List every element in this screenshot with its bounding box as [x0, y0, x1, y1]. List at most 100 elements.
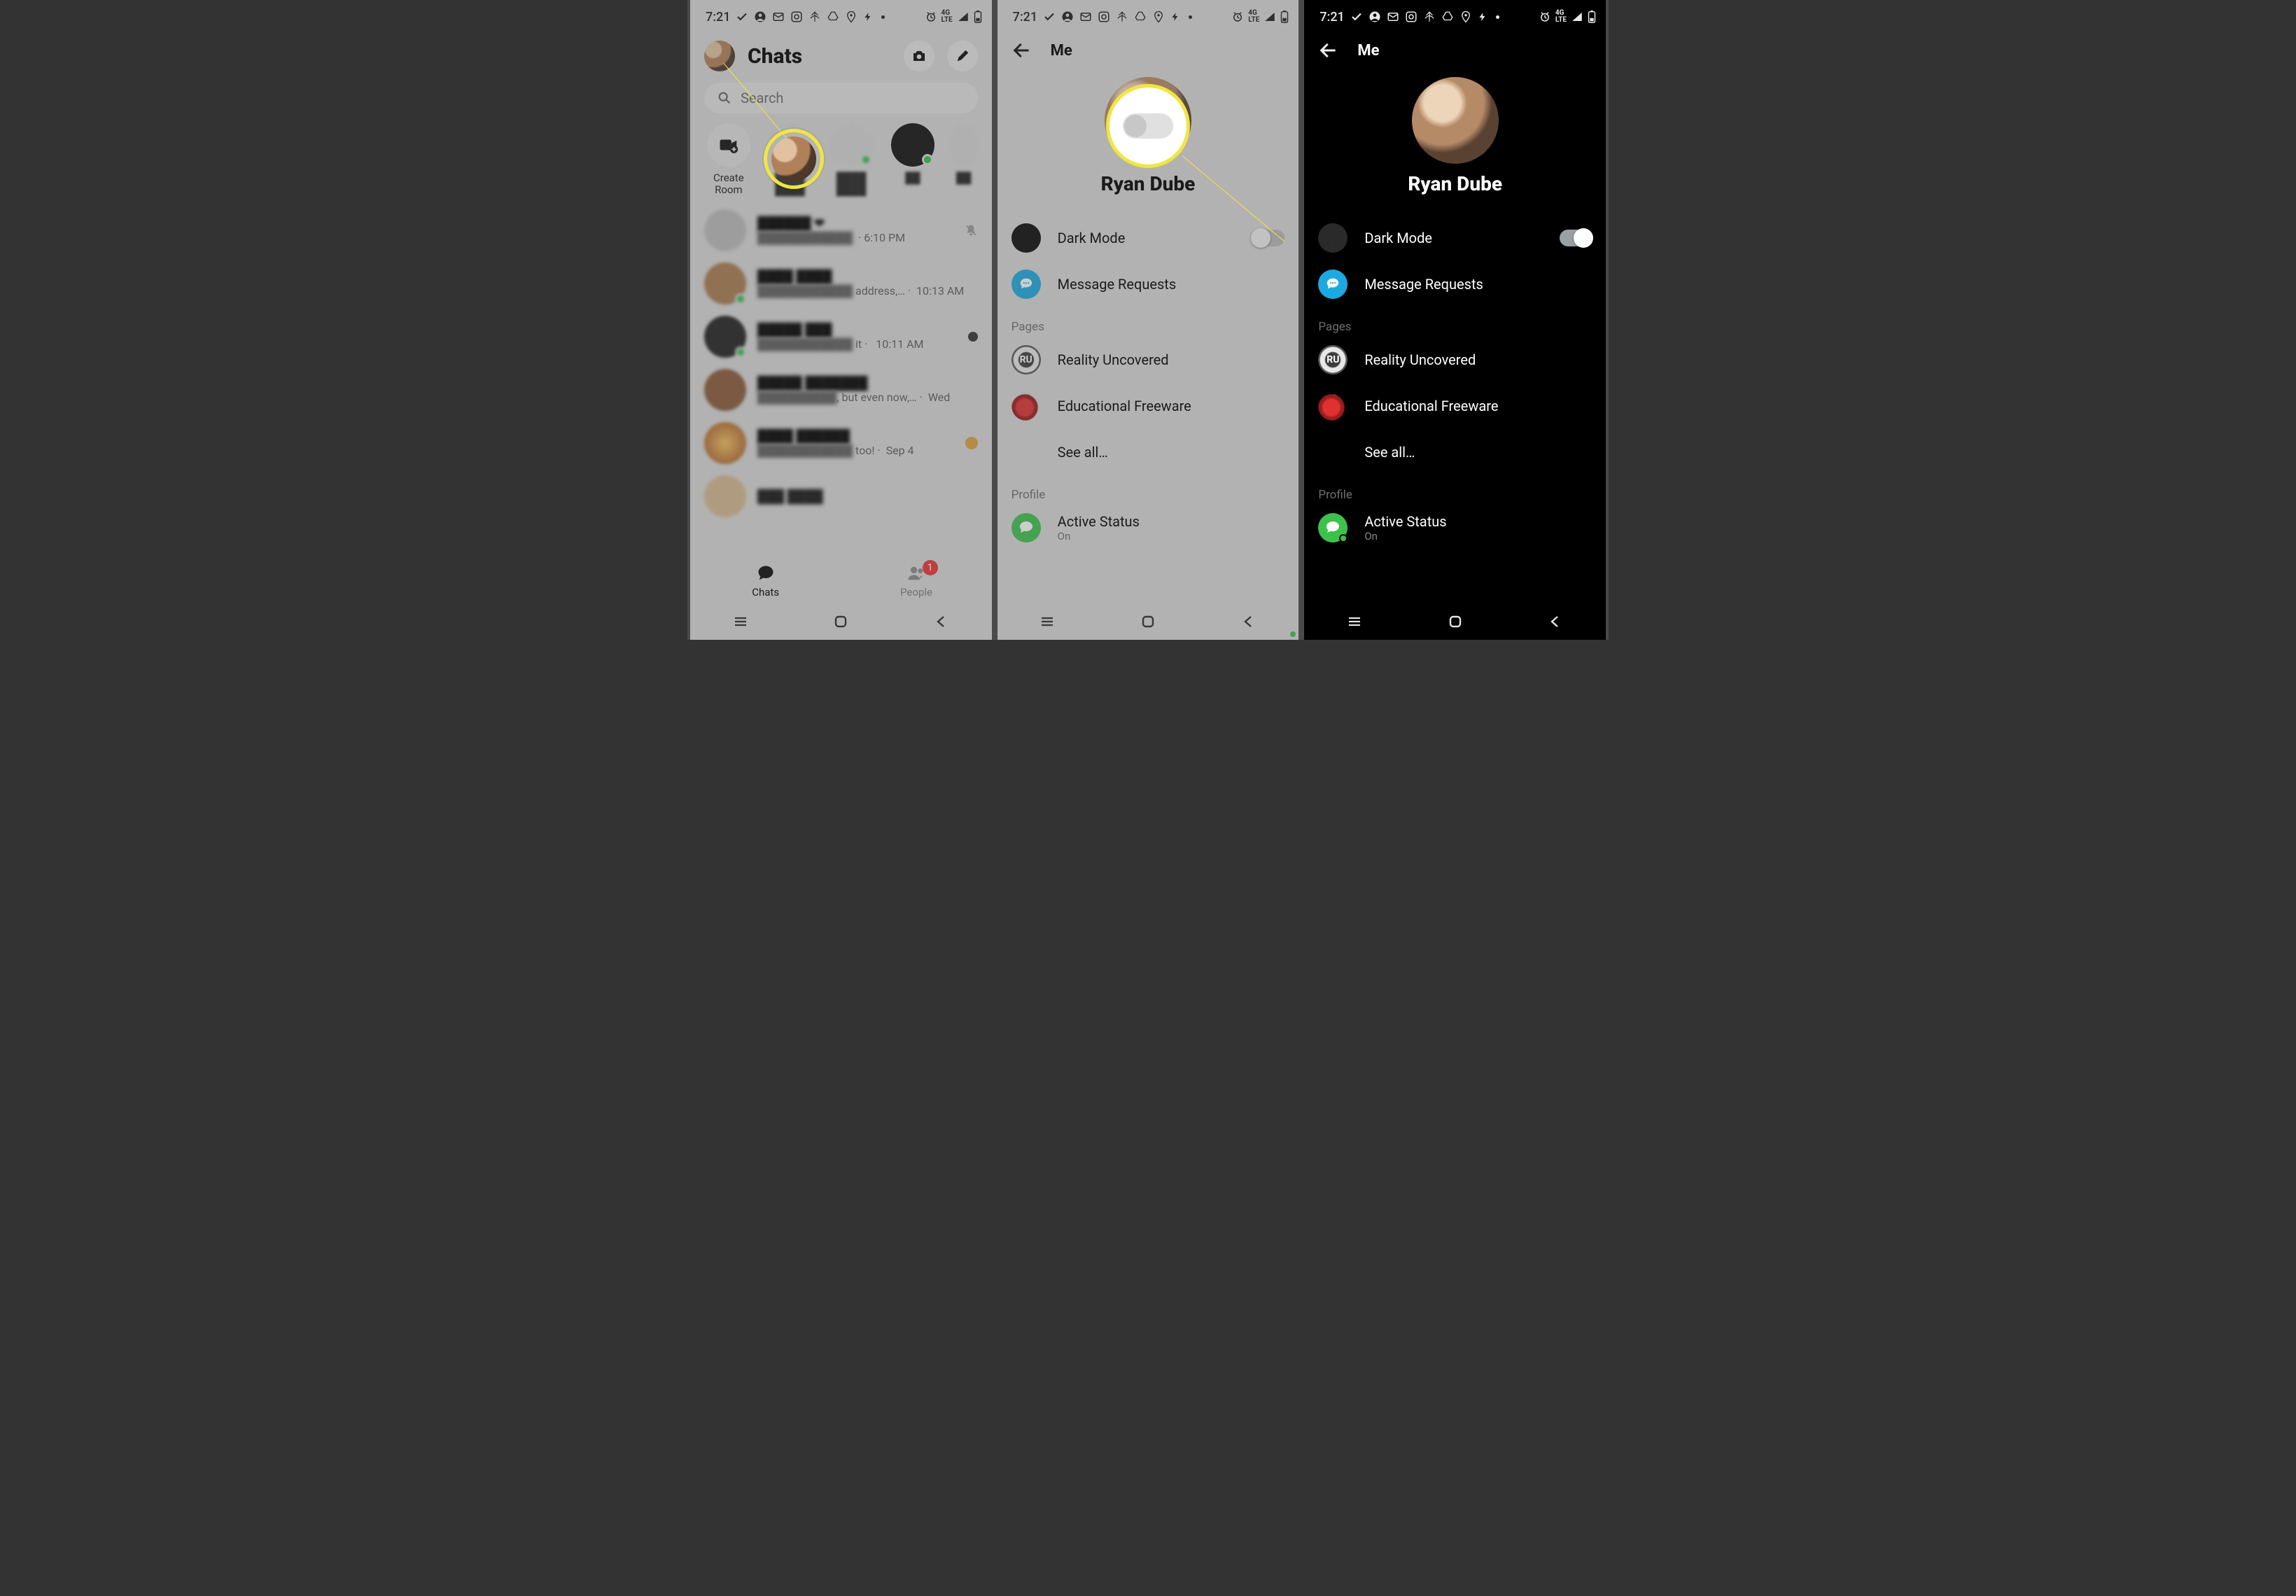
chat-row[interactable]: ███ ████ — [690, 470, 992, 523]
see-all-pages[interactable]: See all… — [1304, 429, 1606, 475]
recents-button[interactable] — [732, 613, 749, 633]
system-nav — [690, 606, 992, 640]
bolt-icon — [863, 10, 873, 23]
dark-mode-row[interactable]: Dark Mode — [1304, 215, 1606, 261]
location-icon — [1152, 10, 1165, 23]
active-status-icon — [1318, 513, 1348, 542]
location-icon — [845, 10, 858, 23]
signal-icon — [1264, 10, 1276, 23]
chat-row[interactable]: █████ ███ ████████████ it · 10:11 AM — [690, 310, 992, 363]
section-profile: Profile — [1304, 475, 1606, 505]
camera-button[interactable] — [904, 41, 934, 71]
alarm-icon — [925, 10, 937, 23]
message-requests-row[interactable]: Message Requests — [1304, 261, 1606, 307]
battery-icon — [1280, 10, 1289, 23]
active-status-row[interactable]: Active Status On — [1304, 505, 1606, 551]
section-pages: Pages — [997, 307, 1299, 337]
status-bar: 7:21 4GLTE — [997, 0, 1299, 34]
back-button[interactable] — [1547, 613, 1564, 633]
people-badge: 1 — [923, 560, 938, 575]
home-button[interactable] — [1140, 613, 1156, 633]
active-status-row[interactable]: Active Status On — [997, 505, 1299, 551]
chat-row[interactable]: ████ ████ ████████████ address,… ·10:13 … — [690, 257, 992, 310]
back-button[interactable] — [1240, 613, 1257, 633]
chat-dots-icon — [1011, 270, 1041, 299]
more-dot-icon — [1496, 15, 1499, 19]
story-item[interactable]: ██ — [888, 123, 937, 184]
signal-icon — [957, 10, 969, 23]
tab-chats[interactable]: Chats — [690, 556, 841, 606]
create-room-button[interactable]: Create Room — [704, 123, 753, 195]
status-time: 7:21 — [1320, 10, 1344, 24]
check-icon — [736, 10, 748, 23]
recents-button[interactable] — [1039, 613, 1056, 633]
account-circle-icon — [1368, 10, 1381, 23]
alarm-icon — [1539, 10, 1551, 23]
chat-row[interactable]: █████ ███████ ██████████, but even now,…… — [690, 363, 992, 416]
ru-icon: RU — [1318, 345, 1348, 374]
story-item[interactable]: ██ — [950, 123, 978, 184]
story-item[interactable]: ████ ████ — [766, 123, 815, 195]
battery-icon — [1588, 10, 1596, 23]
account-circle-icon — [1061, 10, 1074, 23]
home-button[interactable] — [1447, 613, 1464, 633]
drive-icon — [1134, 10, 1147, 23]
unread-dot — [965, 437, 978, 449]
camera-status-icon — [1405, 10, 1418, 23]
chat-list: ██████ ❤ ████████████· 6:10 PM ████ ████… — [690, 204, 992, 523]
chat-dots-icon — [1318, 270, 1348, 299]
profile-name: Ryan Dube — [1304, 172, 1606, 195]
message-requests-row[interactable]: Message Requests — [997, 261, 1299, 307]
page-reality-uncovered[interactable]: RU Reality Uncovered — [997, 337, 1299, 383]
story-item[interactable]: ████ ████ — [827, 123, 876, 195]
highlight-toggle-zoom — [1106, 84, 1190, 168]
dark-mode-toggle[interactable] — [1560, 230, 1592, 246]
check-icon — [1350, 10, 1363, 23]
status-bar: 7:21 4GLTE — [690, 0, 992, 34]
search-placeholder: Search — [741, 90, 783, 106]
system-nav — [1304, 606, 1606, 640]
status-time: 7:21 — [706, 10, 730, 24]
apple-icon — [1318, 391, 1348, 421]
system-nav — [997, 606, 1299, 640]
back-button[interactable] — [933, 613, 950, 633]
more-dot-icon — [1189, 15, 1192, 19]
section-profile: Profile — [997, 475, 1299, 505]
page-educational-freeware[interactable]: Educational Freeware — [1304, 383, 1606, 429]
back-button[interactable] — [1318, 41, 1338, 60]
chat-bubble-icon — [756, 564, 776, 583]
ru-icon: RU — [1011, 345, 1041, 374]
dark-mode-row[interactable]: Dark Mode — [997, 215, 1299, 261]
mail-icon — [772, 10, 785, 23]
camera-status-icon — [790, 10, 803, 23]
camera-status-icon — [1098, 10, 1110, 23]
home-button[interactable] — [832, 613, 849, 633]
see-all-pages[interactable]: See all… — [997, 429, 1299, 475]
page-title: Me — [1051, 42, 1072, 59]
stories-row: Create Room ████ ████ ████ ████ ██ ██ — [690, 123, 992, 204]
search-input[interactable]: Search — [704, 83, 978, 113]
page-title: Chats — [748, 44, 891, 69]
antenna-icon — [1423, 10, 1436, 23]
drive-icon — [1441, 10, 1454, 23]
check-icon — [1043, 10, 1056, 23]
page-reality-uncovered[interactable]: RU Reality Uncovered — [1304, 337, 1606, 383]
chat-row[interactable]: ██████ ❤ ████████████· 6:10 PM — [690, 204, 992, 257]
compose-button[interactable] — [947, 41, 978, 71]
section-pages: Pages — [1304, 307, 1606, 337]
profile-avatar[interactable] — [704, 41, 735, 71]
location-icon — [1460, 10, 1472, 23]
tab-people[interactable]: People 1 — [841, 556, 991, 606]
recents-button[interactable] — [1346, 613, 1363, 633]
antenna-icon — [1116, 10, 1128, 23]
mail-icon — [1079, 10, 1092, 23]
page-educational-freeware[interactable]: Educational Freeware — [997, 383, 1299, 429]
mute-icon — [964, 223, 978, 237]
4g-icon: 4GLTE — [1248, 10, 1259, 24]
profile-avatar-large[interactable] — [1412, 77, 1499, 164]
chat-row[interactable]: ████ ██████ ████████████ too! ·Sep 4 — [690, 416, 992, 470]
dark-mode-toggle[interactable] — [1252, 230, 1284, 246]
4g-icon: 4GLTE — [1555, 10, 1567, 24]
back-button[interactable] — [1011, 41, 1031, 60]
bolt-icon — [1170, 10, 1180, 23]
